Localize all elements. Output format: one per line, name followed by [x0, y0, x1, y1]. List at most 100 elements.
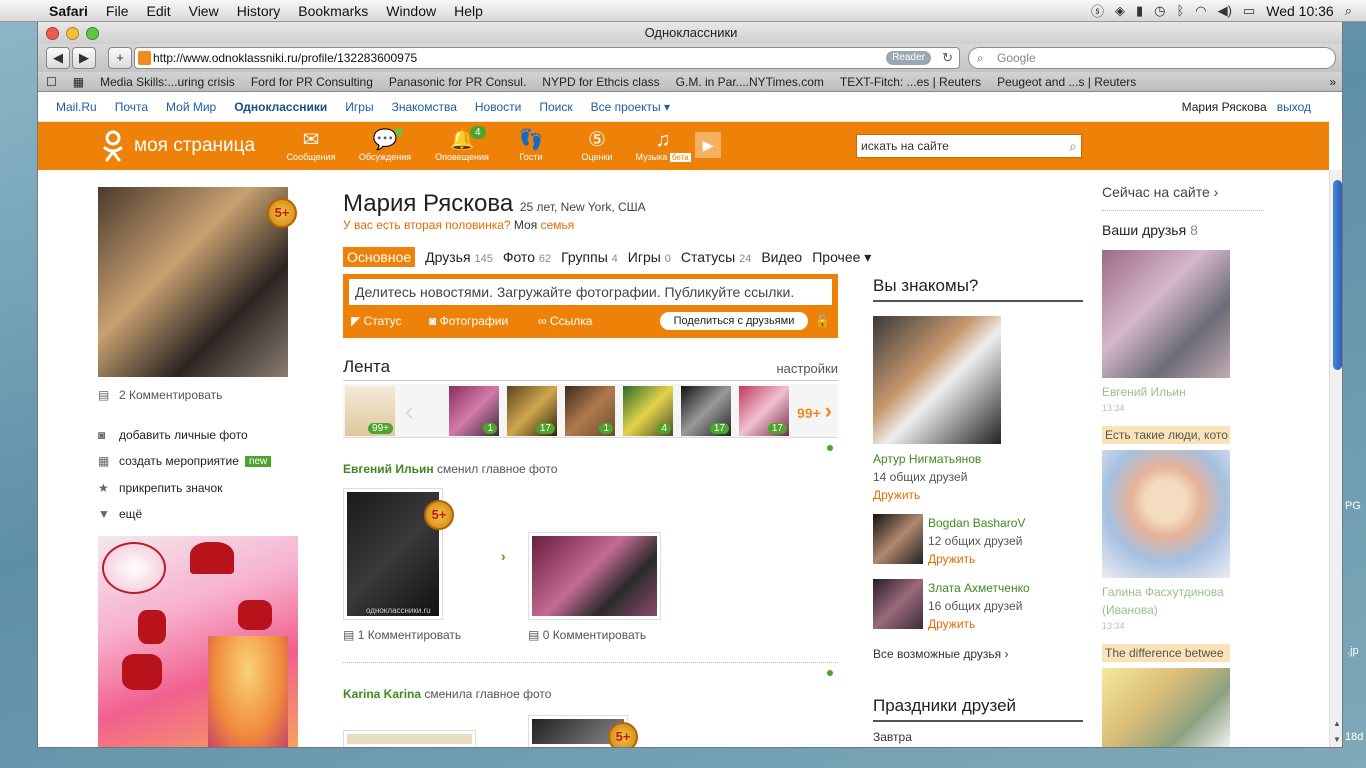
portal-link-news[interactable]: Новости	[475, 100, 521, 114]
sidebar-note[interactable]: The difference betwee	[1102, 644, 1230, 662]
sidebar-note[interactable]: Есть такие люди, кото	[1102, 426, 1230, 444]
strip-more-button[interactable]: 99+ ›	[797, 398, 832, 424]
zoom-window-button[interactable]	[86, 27, 99, 40]
suggested-friend-name[interactable]: Злата Ахметченко	[928, 581, 1030, 595]
volume-icon[interactable]: ◀)	[1218, 3, 1232, 19]
tool-music[interactable]: ♫ Музыка бета	[633, 128, 693, 162]
friend-thumb[interactable]: 1	[565, 386, 615, 436]
scroll-up-icon[interactable]: ▲	[1333, 719, 1341, 728]
partner-question-link[interactable]: У вас есть вторая половинка?	[343, 218, 511, 232]
bookmark-item[interactable]: G.M. in Par....NYTimes.com	[668, 75, 832, 89]
tab-photos[interactable]: Фото 62	[503, 249, 551, 265]
site-search-input[interactable]: искать на сайте ⌕	[856, 134, 1082, 158]
share-link-button[interactable]: ∞ Ссылка	[538, 314, 592, 328]
add-friend-link[interactable]: Дружить	[873, 488, 920, 502]
action-add-photo[interactable]: ◙ добавить личные фото	[98, 428, 248, 442]
suggested-friend-name[interactable]: Артур Нигматьянов	[873, 452, 981, 466]
online-now-link[interactable]: Сейчас на сайте ›	[1102, 184, 1264, 211]
feed-settings-link[interactable]: настройки	[776, 361, 838, 376]
suggested-friend-photo[interactable]	[873, 316, 1001, 444]
clock[interactable]: Wed 10:36	[1266, 3, 1333, 19]
scrollbar-thumb[interactable]	[1333, 180, 1342, 370]
family-link[interactable]: семья	[541, 218, 575, 232]
tab-more[interactable]: Прочее ▾	[812, 249, 871, 266]
menu-window[interactable]: Window	[377, 3, 445, 19]
friend-thumb[interactable]: 17	[681, 386, 731, 436]
dropbox-icon[interactable]: ◈	[1115, 3, 1125, 19]
avatar-comments[interactable]: ▤ 2 Комментировать	[98, 388, 222, 402]
portal-link-mail[interactable]: Почта	[115, 100, 148, 114]
bookmark-item[interactable]: Panasonic for PR Consul.	[381, 75, 534, 89]
reader-button[interactable]: Reader	[886, 51, 931, 65]
forward-button[interactable]: ▶	[72, 47, 96, 69]
evernote-icon[interactable]: ▮	[1136, 3, 1143, 19]
tool-discussions[interactable]: 💬 Обсуждения	[355, 128, 415, 162]
bookmark-item[interactable]: Media Skills:...uring crisis	[92, 75, 243, 89]
menu-view[interactable]: View	[180, 3, 228, 19]
scroll-down-icon[interactable]: ▼	[1333, 735, 1341, 744]
sidebar-friend-name[interactable]: Галина Фасхутдинова	[1102, 585, 1224, 599]
tab-groups[interactable]: Группы 4	[561, 249, 618, 265]
portal-link-odnoklassniki[interactable]: Одноклассники	[234, 100, 327, 114]
tab-games[interactable]: Игры 0	[628, 249, 671, 265]
rating-badge[interactable]: 5+	[424, 500, 454, 530]
lock-icon[interactable]: 🔓	[815, 314, 830, 328]
sidebar-friend-photo[interactable]	[1102, 668, 1230, 747]
portal-link-mailru[interactable]: Mail.Ru	[56, 100, 97, 114]
share-photos-button[interactable]: ◙ Фотографии	[429, 314, 508, 328]
battery-icon[interactable]: ▭	[1243, 3, 1255, 19]
sidebar-friend-name[interactable]: Евгений Ильин	[1102, 385, 1186, 399]
photo-comments-1[interactable]: ▤ 1 Комментировать	[343, 628, 461, 642]
wifi-icon[interactable]: ◠	[1195, 3, 1206, 19]
rating-badge[interactable]: 5+	[267, 198, 297, 228]
menu-bookmarks[interactable]: Bookmarks	[289, 3, 377, 19]
tool-notifications[interactable]: 🔔 4 Оповещения	[432, 126, 492, 162]
sidebar-friend-photo[interactable]	[1102, 250, 1230, 378]
new-photo[interactable]	[528, 532, 661, 620]
feed-photo[interactable]	[343, 730, 476, 747]
bluetooth-icon[interactable]: ᛒ	[1176, 3, 1184, 18]
share-input[interactable]: Делитесь новостями. Загружайте фотографи…	[349, 279, 832, 305]
close-window-button[interactable]	[46, 27, 59, 40]
tab-video[interactable]: Видео	[761, 249, 802, 265]
story-author[interactable]: Karina Karina	[343, 687, 421, 701]
menu-edit[interactable]: Edit	[137, 3, 179, 19]
menu-history[interactable]: History	[228, 3, 290, 19]
action-create-event[interactable]: ▦ создать мероприятие new	[98, 454, 272, 468]
game-advertisement[interactable]	[98, 536, 298, 747]
friend-thumb[interactable]: 17	[739, 386, 789, 436]
tab-statuses[interactable]: Статусы 24	[681, 249, 751, 265]
tab-friends[interactable]: Друзья 145	[425, 249, 493, 265]
photo-comments-2[interactable]: ▤ 0 Комментировать	[528, 628, 646, 642]
add-bookmark-button[interactable]: +	[108, 47, 132, 69]
sidebar-friend-name-2[interactable]: (Иванова)	[1102, 603, 1158, 617]
desktop-file-label[interactable]: .jp	[1347, 645, 1359, 657]
search-field[interactable]: ⌕ Google	[968, 47, 1336, 69]
skype-icon[interactable]: ⓢ	[1091, 1, 1104, 20]
portal-link-mymir[interactable]: Мой Мир	[166, 100, 216, 114]
reload-icon[interactable]: ↻	[942, 48, 953, 68]
all-friends-thumb[interactable]: 99+	[345, 386, 395, 436]
sidebar-friend-photo[interactable]	[1102, 450, 1230, 578]
my-page-logo[interactable]: моя страница	[100, 130, 255, 162]
story-author[interactable]: Евгений Ильин	[343, 462, 434, 476]
search-icon[interactable]: ⌕	[1069, 135, 1077, 157]
address-bar[interactable]: http://www.odnoklassniki.ru/profile/1322…	[134, 47, 960, 69]
logout-link[interactable]: выход	[1277, 100, 1311, 114]
all-possible-friends-link[interactable]: Все возможные друзья ›	[873, 647, 1009, 661]
menu-help[interactable]: Help	[445, 3, 492, 19]
current-user-name[interactable]: Мария Ряскова	[1182, 100, 1267, 114]
bookmark-item[interactable]: Ford for PR Consulting	[243, 75, 381, 89]
share-with-friends-button[interactable]: Поделиться с друзьями	[660, 312, 808, 330]
bookmark-item[interactable]: NYPD for Ethcis class	[534, 75, 667, 89]
rating-badge[interactable]: 5+	[608, 722, 638, 747]
menu-app[interactable]: Safari	[40, 3, 97, 19]
friend-thumb[interactable]: 4	[623, 386, 673, 436]
tab-main[interactable]: Основное	[343, 247, 416, 267]
action-pin-badge[interactable]: ★ прикрепить значок	[98, 481, 222, 495]
share-status-button[interactable]: ◤ Статус	[351, 314, 402, 328]
suggested-friend-photo[interactable]	[873, 579, 923, 629]
portal-link-games[interactable]: Игры	[345, 100, 373, 114]
tool-messages[interactable]: ✉ Сообщения	[281, 128, 341, 162]
add-friend-link[interactable]: Дружить	[928, 552, 975, 566]
